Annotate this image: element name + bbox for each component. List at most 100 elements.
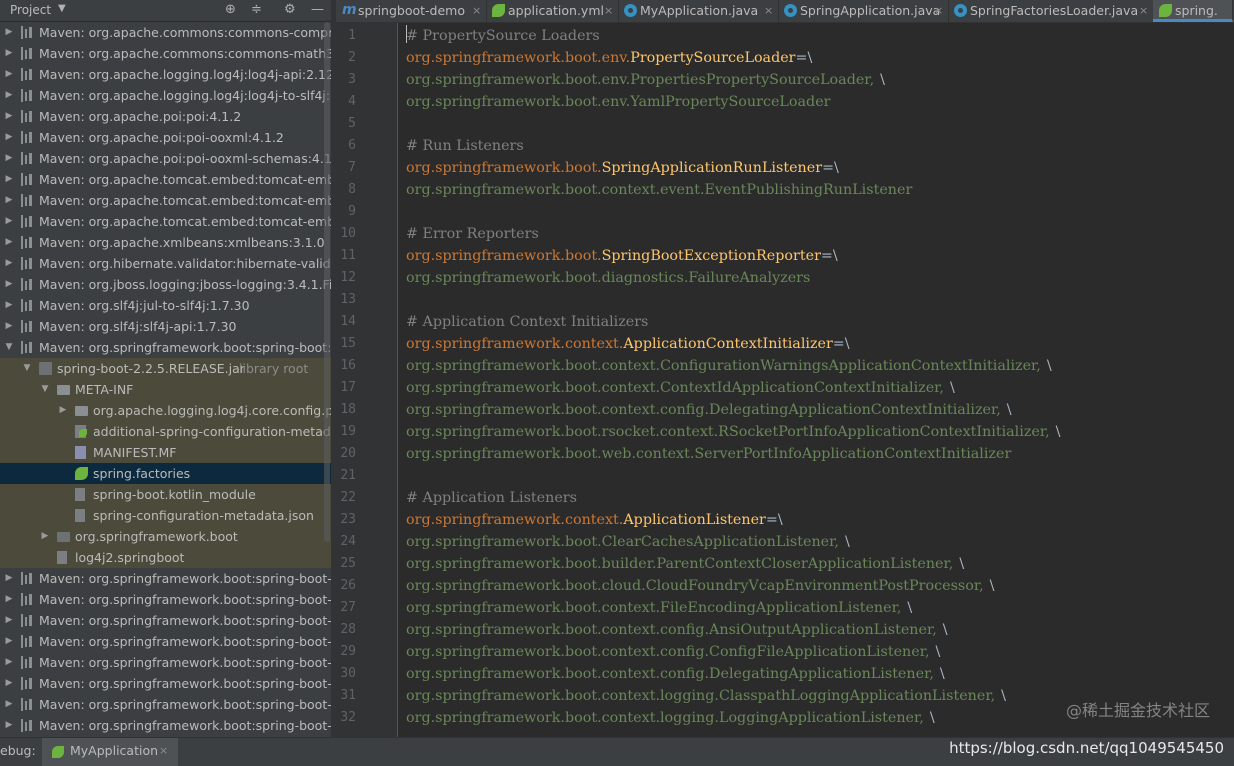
tree-item[interactable]: ▶ Maven: org.jboss.logging:jboss-logging:…: [0, 274, 331, 295]
expand-arrow-icon[interactable]: ▼: [40, 379, 50, 400]
tree-item[interactable]: ▶ Maven: org.springframework.boot:spring-…: [0, 673, 331, 694]
tree-item[interactable]: ▶ Maven: org.springframework.boot:spring-…: [0, 715, 331, 736]
collapse-arrow-icon[interactable]: ▶: [4, 190, 14, 211]
hide-panel-icon[interactable]: —: [311, 2, 324, 17]
close-icon[interactable]: ×: [934, 0, 943, 22]
tree-item[interactable]: ▶ Maven: org.apache.xmlbeans:xmlbeans:3.1…: [0, 232, 331, 253]
tree-item[interactable]: ▼ Maven: org.springframework.boot:spring-…: [0, 337, 331, 358]
code-line[interactable]: org.springframework.boot.context.logging…: [406, 707, 935, 729]
collapse-arrow-icon[interactable]: ▶: [4, 211, 14, 232]
tree-item[interactable]: ▶ Maven: org.apache.poi:poi-ooxml-schemas…: [0, 148, 331, 169]
code-editor[interactable]: 1 2 3 4 5 6 7 8 9 10 11 12 13 14 15 16 17 18 19 20 21 22 23 24 2…: [336, 23, 1234, 737]
editor-tab[interactable]: application.yml ×: [486, 0, 619, 22]
code-line[interactable]: org.springframework.boot.context.config.…: [406, 619, 948, 641]
collapse-arrow-icon[interactable]: ▶: [4, 169, 14, 190]
collapse-arrow-icon[interactable]: ▶: [4, 85, 14, 106]
tree-item[interactable]: ▶ Maven: org.springframework.boot:spring-…: [0, 694, 331, 715]
code-line[interactable]: org.springframework.boot.SpringApplicati…: [406, 157, 839, 179]
tree-item[interactable]: additional-spring-configuration-metadata: [0, 421, 331, 442]
code-line[interactable]: org.springframework.boot.builder.ParentC…: [406, 553, 964, 575]
collapse-arrow-icon[interactable]: ▶: [4, 568, 14, 589]
tree-item[interactable]: ▶ Maven: org.hibernate.validator:hibernat…: [0, 253, 331, 274]
tree-item[interactable]: ▶ Maven: org.apache.poi:poi:4.1.2: [0, 106, 331, 127]
project-view-selector[interactable]: Project: [10, 3, 51, 17]
code-line[interactable]: org.springframework.context.ApplicationC…: [406, 333, 850, 355]
code-line[interactable]: org.springframework.boot.env.PropertySou…: [406, 47, 812, 69]
code-line[interactable]: org.springframework.boot.rsocket.context…: [406, 421, 1060, 443]
tree-item[interactable]: ▼ META-INF: [0, 379, 331, 400]
code-line[interactable]: # Application Listeners: [406, 487, 577, 509]
code-line[interactable]: org.springframework.boot.context.config.…: [406, 399, 1012, 421]
code-line[interactable]: org.springframework.boot.context.FileEnc…: [406, 597, 912, 619]
code-line[interactable]: org.springframework.context.ApplicationL…: [406, 509, 783, 531]
collapse-arrow-icon[interactable]: ▶: [4, 589, 14, 610]
close-icon[interactable]: ×: [604, 0, 613, 22]
code-line[interactable]: # Run Listeners: [406, 135, 524, 157]
tree-item[interactable]: log4j2.springboot: [0, 547, 331, 568]
tree-item[interactable]: ▼ spring-boot-2.2.5.RELEASE.jar library ro…: [0, 358, 331, 379]
tree-item[interactable]: ▶ Maven: org.springframework.boot:spring-…: [0, 652, 331, 673]
code-line[interactable]: org.springframework.boot.ClearCachesAppl…: [406, 531, 850, 553]
code-line[interactable]: # PropertySource Loaders: [406, 25, 600, 47]
collapse-arrow-icon[interactable]: ▶: [40, 526, 50, 547]
collapse-arrow-icon[interactable]: ▶: [4, 64, 14, 85]
tree-item[interactable]: ▶ Maven: org.apache.logging.log4j:log4j-a…: [0, 64, 331, 85]
collapse-arrow-icon[interactable]: ▶: [4, 43, 14, 64]
tree-item[interactable]: ▶ Maven: org.slf4j:jul-to-slf4j:1.7.30: [0, 295, 331, 316]
tree-item[interactable]: ▶ Maven: org.springframework.boot:spring-…: [0, 610, 331, 631]
collapse-arrow-icon[interactable]: ▶: [4, 148, 14, 169]
code-line[interactable]: org.springframework.boot.context.Configu…: [406, 355, 1052, 377]
collapse-arrow-icon[interactable]: ▶: [4, 253, 14, 274]
code-line[interactable]: org.springframework.boot.web.context.Ser…: [406, 443, 1011, 465]
editor-tab[interactable]: m springboot-demo ×: [336, 0, 487, 22]
collapse-arrow-icon[interactable]: ▶: [4, 106, 14, 127]
tree-item[interactable]: ▶ Maven: org.springframework.boot:spring-…: [0, 568, 331, 589]
collapse-arrow-icon[interactable]: ▶: [4, 631, 14, 652]
code-line[interactable]: org.springframework.boot.context.logging…: [406, 685, 1006, 707]
collapse-arrow-icon[interactable]: ▶: [4, 673, 14, 694]
collapse-arrow-icon[interactable]: ▶: [4, 232, 14, 253]
collapse-arrow-icon[interactable]: ▶: [4, 22, 14, 43]
code-line[interactable]: # Error Reporters: [406, 223, 539, 245]
tree-item[interactable]: ▶ Maven: org.slf4j:slf4j-api:1.7.30: [0, 316, 331, 337]
collapse-arrow-icon[interactable]: ▶: [58, 400, 68, 421]
tree-item[interactable]: ▶ Maven: org.springframework.boot:spring-…: [0, 589, 331, 610]
gear-icon[interactable]: ⚙: [284, 2, 296, 17]
editor-tab[interactable]: SpringApplication.java ×: [778, 0, 949, 22]
expand-arrow-icon[interactable]: ▼: [4, 337, 14, 358]
tree-item[interactable]: ▶ Maven: org.apache.commons:commons-compr…: [0, 22, 331, 43]
collapse-arrow-icon[interactable]: ▶: [4, 715, 14, 736]
collapse-arrow-icon[interactable]: ▶: [4, 274, 14, 295]
code-line[interactable]: org.springframework.boot.context.config.…: [406, 641, 940, 663]
close-icon[interactable]: ×: [764, 0, 773, 22]
project-scrollbar[interactable]: [324, 22, 330, 542]
collapse-arrow-icon[interactable]: ▶: [4, 295, 14, 316]
close-icon[interactable]: ×: [1139, 0, 1148, 22]
tree-item[interactable]: MANIFEST.MF: [0, 442, 331, 463]
code-line[interactable]: org.springframework.boot.context.config.…: [406, 663, 945, 685]
tree-item[interactable]: ▶ org.springframework.boot: [0, 526, 331, 547]
tree-item[interactable]: spring-boot.kotlin_module: [0, 484, 331, 505]
locate-target-icon[interactable]: ⊕: [225, 2, 236, 17]
tree-item[interactable]: spring.factories: [0, 463, 331, 484]
collapse-arrow-icon[interactable]: ▶: [4, 610, 14, 631]
collapse-arrow-icon[interactable]: ▶: [4, 316, 14, 337]
close-icon[interactable]: ×: [472, 0, 481, 22]
tree-item[interactable]: ▶ Maven: org.apache.tomcat.embed:tomcat-e…: [0, 190, 331, 211]
code-line[interactable]: org.springframework.boot.env.PropertiesP…: [406, 69, 885, 91]
code-line[interactable]: org.springframework.boot.diagnostics.Fai…: [406, 267, 810, 289]
editor-tab[interactable]: MyApplication.java ×: [618, 0, 779, 22]
editor-tab[interactable]: spring.: [1153, 0, 1233, 22]
code-line[interactable]: org.springframework.boot.context.Context…: [406, 377, 955, 399]
debug-session-tab[interactable]: MyApplication ×: [42, 738, 178, 766]
expand-arrow-icon[interactable]: ▼: [22, 358, 32, 379]
editor-tab[interactable]: SpringFactoriesLoader.java ×: [948, 0, 1154, 22]
code-line[interactable]: org.springframework.boot.context.event.E…: [406, 179, 912, 201]
tree-item[interactable]: spring-configuration-metadata.json: [0, 505, 331, 526]
tree-item[interactable]: ▶ Maven: org.apache.commons:commons-math3…: [0, 43, 331, 64]
code-line[interactable]: org.springframework.boot.cloud.CloudFoun…: [406, 575, 995, 597]
collapse-arrow-icon[interactable]: ▶: [4, 694, 14, 715]
collapse-all-icon[interactable]: ≑: [251, 2, 262, 17]
tree-item[interactable]: ▶ Maven: org.apache.poi:poi-ooxml:4.1.2: [0, 127, 331, 148]
tree-item[interactable]: ▶ Maven: org.apache.logging.log4j:log4j-t…: [0, 85, 331, 106]
